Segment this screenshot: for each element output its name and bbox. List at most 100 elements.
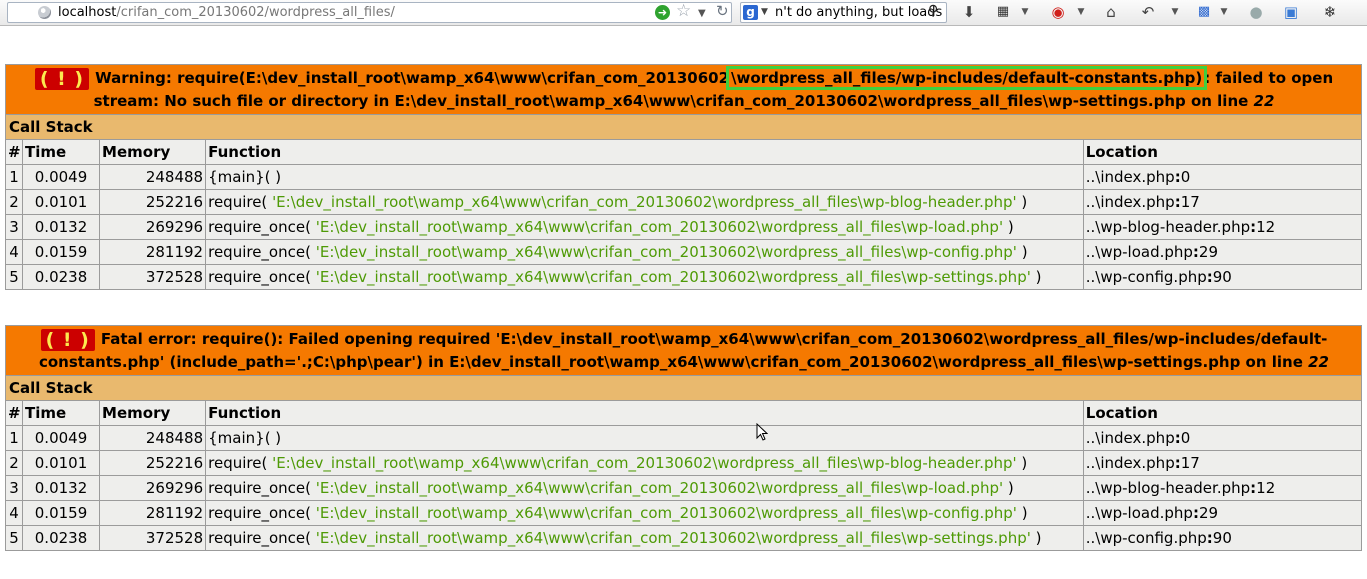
call-stack-label: Call Stack — [5, 114, 1362, 140]
row-memory: 372528 — [99, 525, 207, 551]
header-num: # — [5, 139, 23, 165]
error-badge: ( ! ) — [34, 68, 90, 90]
location-line: 29 — [1198, 504, 1219, 522]
call-stack-label: Call Stack — [5, 375, 1362, 401]
sync-icon[interactable]: ● — [1248, 3, 1264, 21]
location-line: 17 — [1180, 193, 1200, 211]
row-location: ..\wp-blog-header.php:12 — [1082, 475, 1363, 501]
row-location: ..\index.php:17 — [1082, 189, 1363, 215]
row-function: {main}( ) — [205, 425, 1084, 451]
weibo-icon[interactable]: ◉ — [1049, 3, 1067, 21]
table-row: 4 0.0159 281192 require_once( 'E:\dev_insta… — [5, 239, 1363, 265]
table-row: 3 0.0132 269296 require_once( 'E:\dev_insta… — [5, 214, 1363, 240]
location-file: ..\wp-config.php — [1085, 268, 1207, 286]
row-function: require_once( 'E:\dev_install_root\wamp_… — [205, 264, 1084, 290]
header-function: Function — [205, 400, 1084, 426]
header-location: Location — [1082, 139, 1363, 165]
function-name: require_once( — [208, 243, 316, 261]
location-file: ..\wp-config.php — [1085, 529, 1207, 547]
call-stack-rows: 1 0.0049 248488 {main}( ) ..\index.php:0 2 0.0… — [5, 164, 1363, 290]
row-memory: 269296 — [99, 475, 207, 501]
header-time: Time — [21, 400, 101, 426]
row-function: require_once( 'E:\dev_install_root\wamp_… — [205, 475, 1084, 501]
download-icon[interactable]: ⬇ — [961, 3, 977, 21]
search-engine-dropdown-icon[interactable]: ▼ — [761, 3, 768, 22]
row-location: ..\wp-load.php:29 — [1082, 500, 1363, 526]
table-row: 2 0.0101 252216 require( 'E:\dev_install_ro… — [5, 450, 1363, 476]
highlighted-path: \wordpress_all_files/wp-includes/default… — [726, 66, 1208, 90]
apps-icon[interactable]: ▩ — [1196, 3, 1212, 21]
url-host: localhost — [58, 5, 117, 20]
table-row: 3 0.0132 269296 require_once( 'E:\dev_insta… — [5, 475, 1363, 501]
function-arg: 'E:\dev_install_root\wamp_x64\www\crifan… — [315, 504, 1017, 522]
row-function: {main}( ) — [205, 164, 1084, 190]
function-close: ) — [1016, 454, 1028, 472]
row-time: 0.0238 — [21, 525, 101, 551]
location-line: 29 — [1198, 243, 1218, 261]
search-icon[interactable]: ⚲ — [928, 2, 938, 21]
function-close: ) — [1016, 504, 1028, 522]
table-row: 2 0.0101 252216 require( 'E:\dev_install_ro… — [5, 189, 1363, 215]
error-badge: ( ! ) — [40, 329, 95, 351]
header-memory: Memory — [99, 400, 207, 426]
function-name: {main}( ) — [208, 168, 282, 186]
history-dropdown-icon[interactable]: ▼ — [1170, 3, 1180, 21]
row-function: require( 'E:\dev_install_root\wamp_x64\w… — [205, 189, 1084, 215]
globe-icon — [38, 6, 51, 19]
row-location: ..\wp-blog-header.php:12 — [1082, 214, 1363, 240]
function-arg: 'E:\dev_install_root\wamp_x64\www\crifan… — [315, 529, 1031, 547]
refresh-icon[interactable]: ↻ — [716, 2, 729, 21]
row-time: 0.0049 — [21, 164, 101, 190]
function-name: require_once( — [208, 479, 316, 497]
warning-error-table: ( ! ) Warning: require(E:\dev_install_roo… — [5, 64, 1363, 290]
location-file: ..\wp-blog-header.php — [1085, 479, 1251, 497]
go-icon[interactable]: ➜ — [655, 5, 670, 20]
tools-icon[interactable]: ▦ — [994, 3, 1012, 21]
row-time: 0.0159 — [21, 239, 101, 265]
history-icon[interactable]: ↶ — [1138, 3, 1158, 21]
row-function: require_once( 'E:\dev_install_root\wamp_… — [205, 500, 1084, 526]
fatal-error-table: ( ! ) Fatal error: require(): Failed open… — [5, 325, 1363, 551]
dropdown-icon[interactable]: ▼ — [698, 4, 706, 23]
table-row: 4 0.0159 281192 require_once( 'E:\dev_insta… — [5, 500, 1363, 526]
star-icon[interactable]: ☆ — [676, 2, 691, 21]
address-bar[interactable]: localhost/crifan_com_20130602/wordpress_… — [7, 2, 732, 23]
row-location: ..\wp-config.php:90 — [1082, 525, 1363, 551]
function-close: ) — [1003, 479, 1014, 497]
tools-dropdown-icon[interactable]: ▼ — [1020, 3, 1030, 21]
search-input[interactable]: n't do anything, but loads — [775, 3, 942, 22]
row-memory: 281192 — [99, 500, 207, 526]
location-line: 17 — [1180, 454, 1200, 472]
row-function: require_once( 'E:\dev_install_root\wamp_… — [205, 239, 1084, 265]
function-arg: 'E:\dev_install_root\wamp_x64\www\crifan… — [315, 243, 1017, 261]
header-num: # — [5, 400, 23, 426]
weibo-dropdown-icon[interactable]: ▼ — [1076, 3, 1086, 21]
addon-icon[interactable]: ▣ — [1283, 3, 1299, 21]
header-time: Time — [21, 139, 101, 165]
home-icon[interactable]: ⌂ — [1102, 3, 1120, 21]
mouse-cursor-icon — [756, 423, 768, 441]
apps-dropdown-icon[interactable]: ▼ — [1219, 3, 1229, 21]
row-memory: 248488 — [99, 425, 207, 451]
table-row: 5 0.0238 372528 require_once( 'E:\dev_insta… — [5, 525, 1363, 551]
line-number: 22 — [1253, 92, 1275, 110]
row-memory: 252216 — [99, 450, 207, 476]
header-function: Function — [205, 139, 1084, 165]
function-close: ) — [1016, 193, 1028, 211]
row-index: 3 — [5, 214, 23, 240]
function-name: {main}( ) — [208, 429, 282, 447]
row-index: 2 — [5, 189, 23, 215]
message-text: Warning: require(E:\dev_install_root\wam… — [95, 69, 730, 87]
search-bar[interactable]: g ▼ n't do anything, but loads ⚲ — [740, 2, 947, 23]
row-memory: 281192 — [99, 239, 207, 265]
google-icon[interactable]: g — [743, 5, 758, 20]
table-row: 1 0.0049 248488 {main}( ) ..\index.php:0 — [5, 164, 1363, 190]
row-index: 1 — [5, 425, 23, 451]
address-text[interactable]: localhost/crifan_com_20130602/wordpress_… — [58, 3, 395, 22]
function-arg: 'E:\dev_install_root\wamp_x64\www\crifan… — [315, 218, 1004, 236]
bug-icon[interactable]: ❄ — [1321, 3, 1339, 21]
location-file: ..\wp-load.php — [1085, 504, 1193, 522]
call-stack-rows: 1 0.0049 248488 {main}( ) ..\index.php:0 2 0.0… — [5, 425, 1363, 551]
location-line: 12 — [1256, 479, 1276, 497]
browser-toolbar: localhost/crifan_com_20130602/wordpress_… — [0, 0, 1367, 26]
